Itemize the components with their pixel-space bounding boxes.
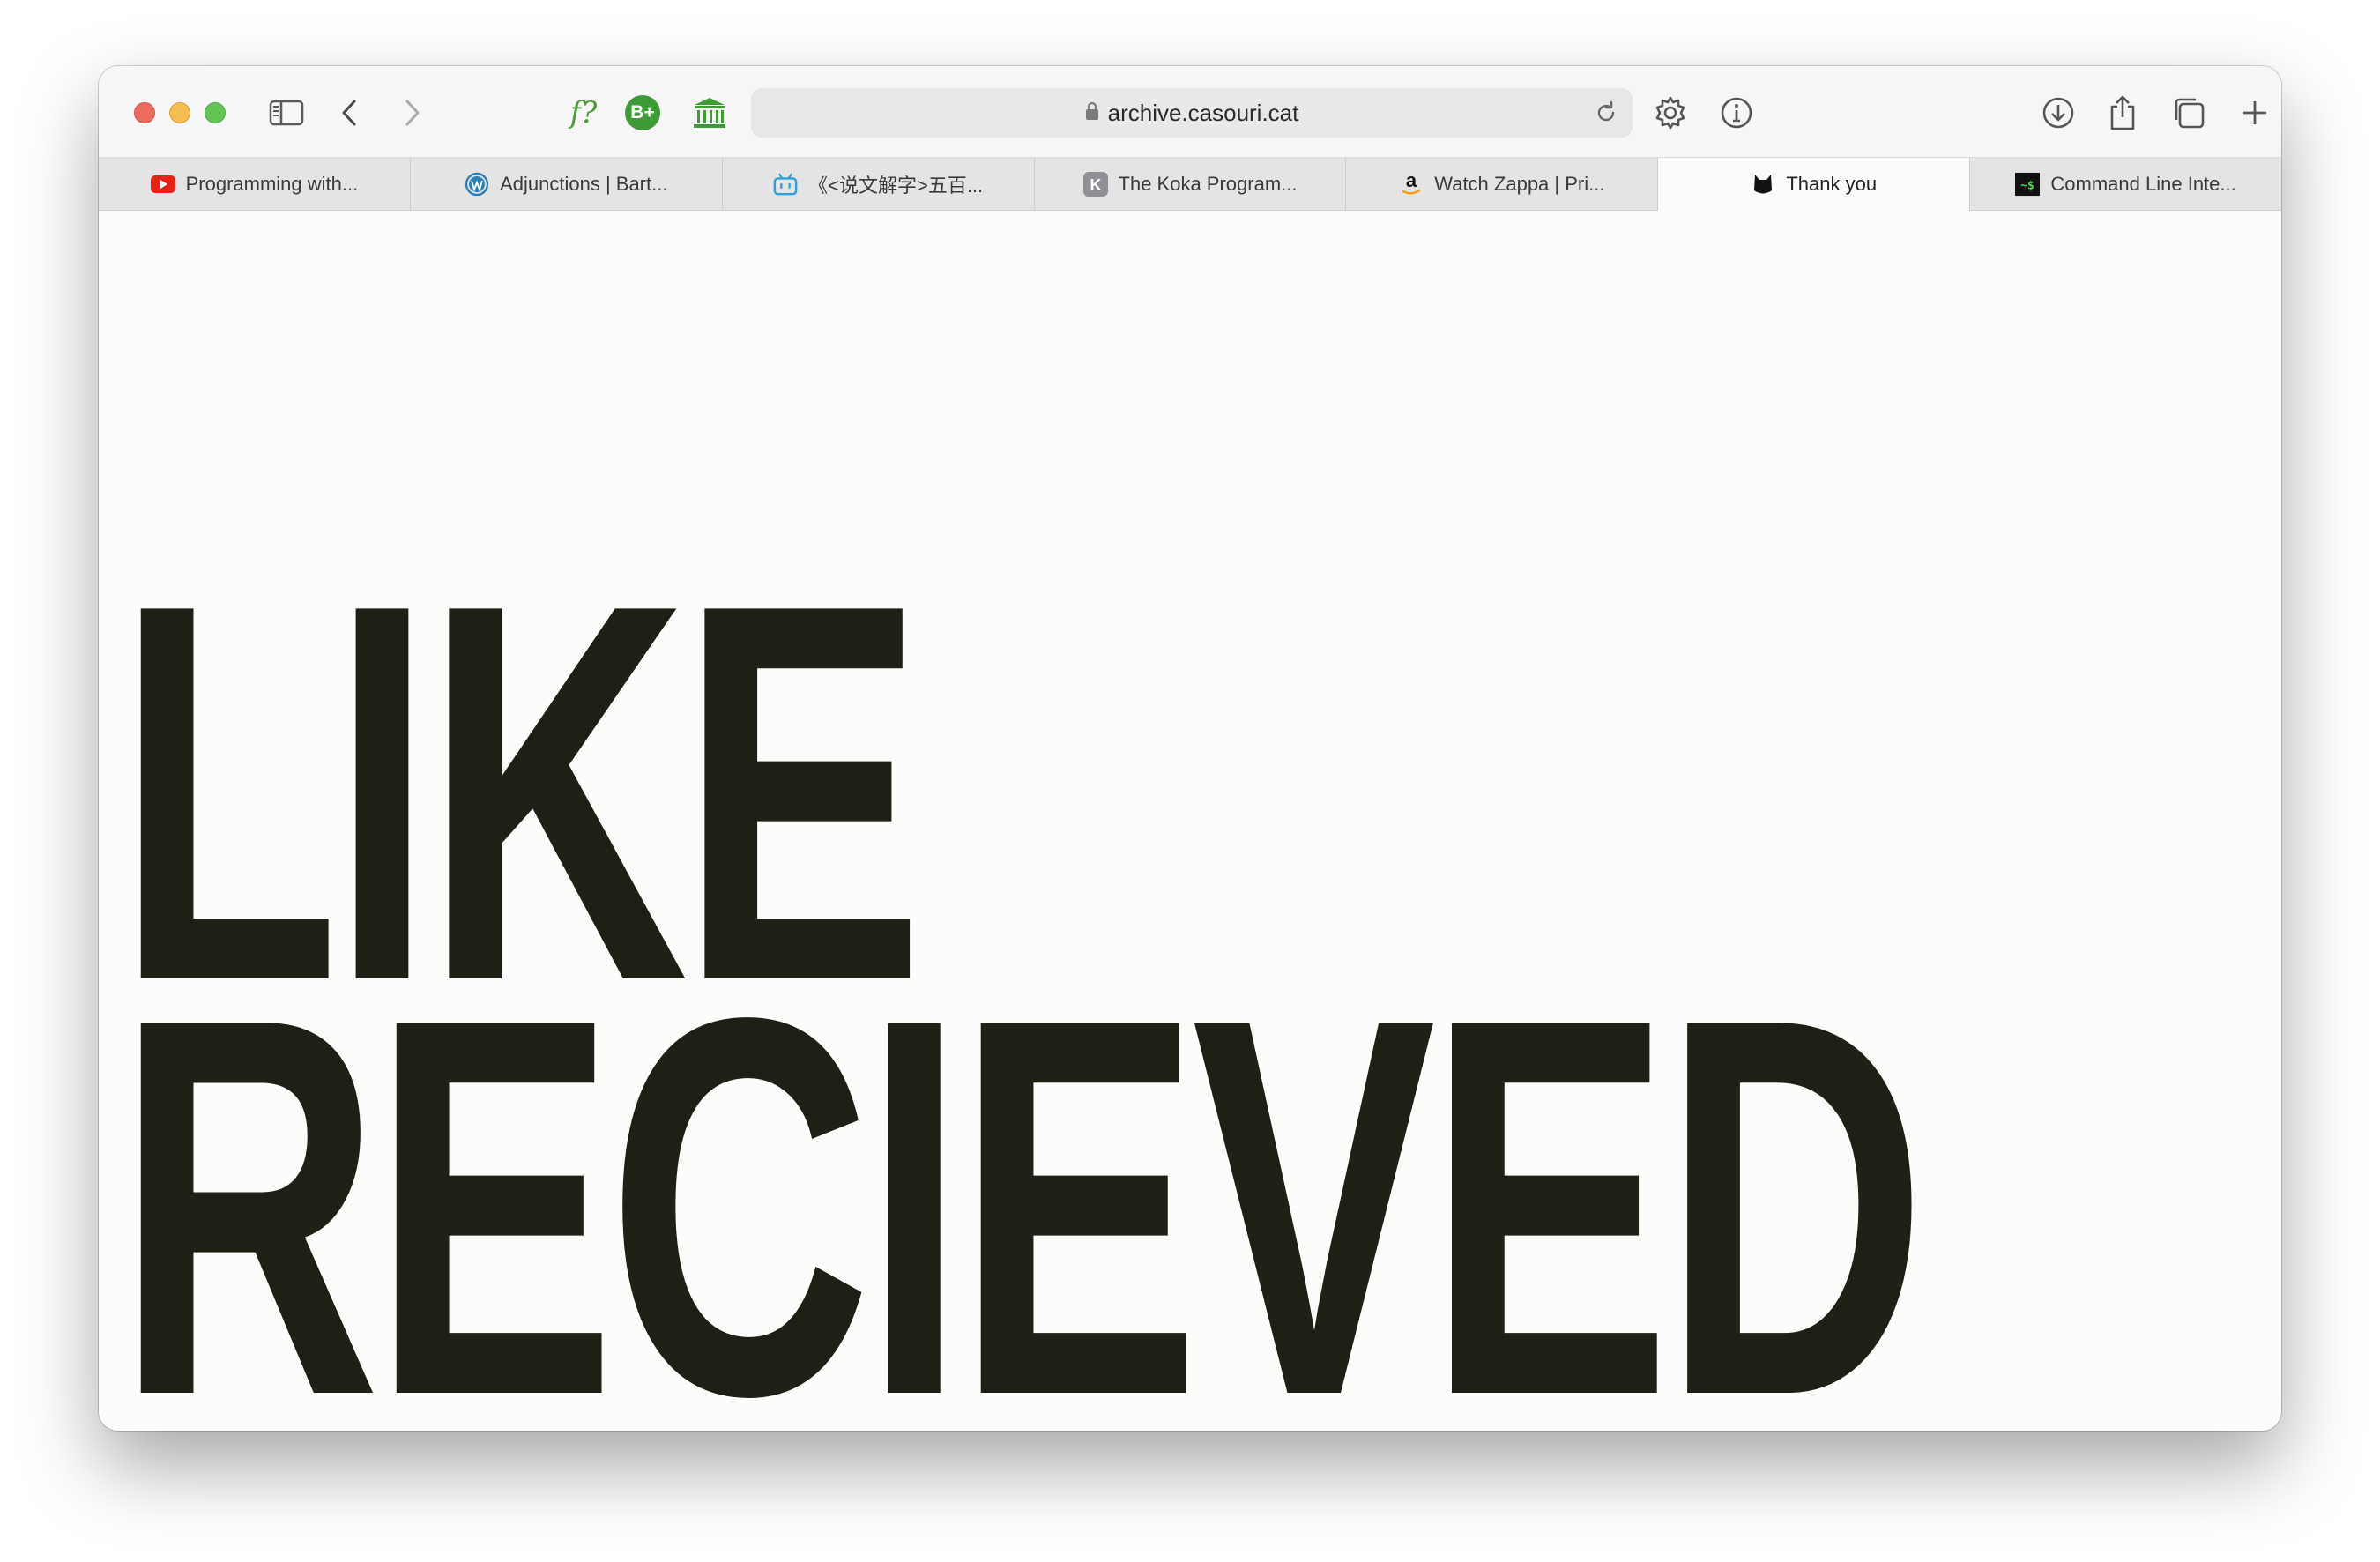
tab-adjunctions[interactable]: Adjunctions | Bart... (411, 158, 723, 211)
tab-label: Thank you (1786, 173, 1878, 195)
tab-label: 《<说文解字>五百... (808, 175, 984, 197)
tab-overview-icon[interactable] (2168, 93, 2209, 133)
gear-icon[interactable] (1650, 93, 1691, 133)
address-bar[interactable]: archive.casouri.cat (751, 88, 1633, 138)
bplus-extension-icon[interactable]: B+ (625, 95, 660, 130)
cat-icon (1751, 172, 1775, 197)
zoom-window-button[interactable] (205, 102, 226, 123)
toolbar: f? B+ archive.casouri.cat (99, 66, 2281, 158)
back-icon[interactable] (330, 93, 370, 133)
tab-programming[interactable]: Programming with... (99, 158, 411, 211)
lock-icon (1085, 100, 1099, 127)
terminal-icon: ~$ (2015, 172, 2041, 197)
tab-koka[interactable]: K The Koka Program... (1035, 158, 1347, 211)
url-text: archive.casouri.cat (1107, 99, 1299, 126)
forward-icon[interactable] (391, 93, 432, 133)
minimize-window-button[interactable] (169, 102, 190, 123)
headline: LIKE RECIEVED (116, 524, 1927, 1432)
library-extension-icon[interactable] (689, 93, 730, 133)
footnote-extension-icon[interactable]: f? (559, 91, 608, 135)
youtube-icon (150, 172, 175, 197)
tab-label: The Koka Program... (1118, 173, 1298, 195)
tab-label: Programming with... (185, 173, 359, 195)
tab-label: Watch Zappa | Pri... (1434, 173, 1605, 195)
tab-zappa[interactable]: a Watch Zappa | Pri... (1346, 158, 1659, 211)
close-window-button[interactable] (134, 102, 155, 123)
svg-text:a: a (1406, 172, 1417, 191)
browser-window: f? B+ archive.casouri.cat Programming wi… (99, 66, 2281, 1431)
amazon-icon: a (1399, 172, 1424, 197)
new-tab-icon[interactable] (2235, 93, 2275, 133)
tab-label: Adjunctions | Bart... (500, 173, 668, 195)
share-icon[interactable] (2102, 93, 2143, 133)
page-content: LIKE RECIEVED (99, 211, 2281, 1431)
k-icon: K (1082, 172, 1108, 197)
headline-line-2: RECIEVED (116, 907, 1927, 1432)
svg-text:K: K (1090, 176, 1101, 194)
download-icon[interactable] (2038, 93, 2079, 133)
wordpress-icon (465, 172, 489, 197)
info-icon[interactable] (1716, 93, 1757, 133)
tab-bar: Programming with... Adjunctions | Bart..… (99, 158, 2281, 211)
tab-shuowen[interactable]: 《<说文解字>五百... (723, 158, 1035, 211)
svg-text:~$: ~$ (2021, 180, 2035, 193)
tab-thank-you[interactable]: Thank you (1658, 158, 1971, 211)
reload-icon[interactable] (1592, 99, 1620, 127)
bilibili-icon (773, 172, 798, 197)
tab-label: Command Line Inte... (2050, 173, 2236, 195)
tab-command-line[interactable]: ~$ Command Line Inte... (1970, 158, 2281, 211)
sidebar-toggle-icon[interactable] (266, 93, 307, 133)
